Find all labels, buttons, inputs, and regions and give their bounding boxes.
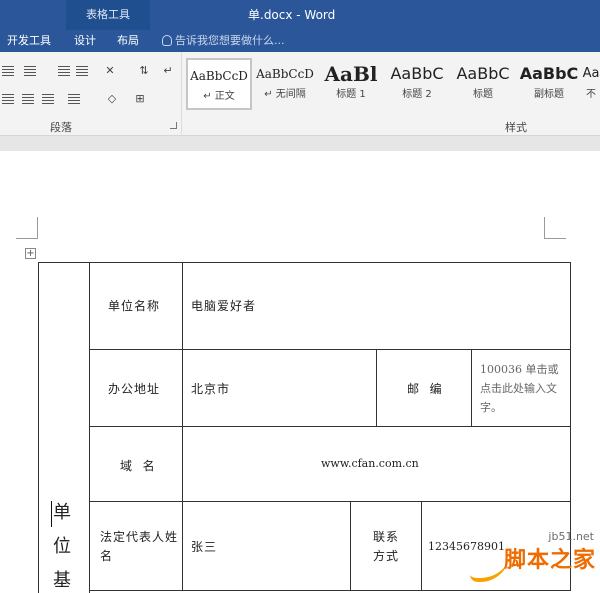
styles-group-label: 样式 [505, 121, 527, 134]
style-sample: Aa [582, 66, 600, 81]
address-value-cell[interactable]: 北京市 [182, 349, 377, 427]
table-move-handle-icon[interactable]: + [25, 248, 36, 259]
margin-corner-top-left [16, 217, 38, 239]
side-label-char: 位 [53, 536, 71, 557]
unit-name-label-cell[interactable]: 单位名称 [89, 262, 183, 350]
line-spacing-icon[interactable] [66, 92, 82, 106]
address-label: 办公地址 [108, 382, 161, 396]
increase-indent-icon[interactable] [74, 64, 90, 78]
style-sample: AaBl [324, 62, 378, 86]
domain-value-cell[interactable]: www.cfan.com.cn [182, 426, 571, 502]
chinese-layout-icon[interactable]: ✕ [102, 64, 118, 78]
side-label-cell[interactable]: 单 位 基 [38, 262, 90, 593]
domain-label-cell[interactable]: 域 名 [89, 426, 183, 502]
tell-me-search[interactable]: 告诉我您想要做什么... [162, 30, 285, 52]
style-more[interactable]: Aa 不 [582, 58, 600, 110]
postcode-value-cell[interactable]: 100036 单击或点击此处输入文字。 [471, 349, 571, 427]
paragraph-group-label: 段落 [50, 121, 72, 134]
word-window: 表格工具 单.docx - Word 开发工具 设计 布局 告诉我您想要做什么.… [0, 0, 600, 593]
style-name: ↵ 正文 [203, 91, 235, 102]
site-watermark-logo: jb51.net 脚本之家 [470, 528, 600, 593]
unit-name-label: 单位名称 [108, 299, 161, 313]
legal-rep-value: 张三 [191, 540, 218, 554]
decrease-indent-icon[interactable] [56, 64, 72, 78]
address-label-cell[interactable]: 办公地址 [89, 349, 183, 427]
unit-name-value-cell[interactable]: 电脑爱好者 [182, 262, 571, 350]
tab-design[interactable]: 设计 [70, 30, 100, 52]
tab-developer[interactable]: 开发工具 [3, 30, 55, 52]
style-name: 标题 [473, 89, 493, 100]
borders-icon[interactable]: ⊞ [132, 92, 148, 106]
multilevel-list-icon[interactable] [22, 64, 38, 78]
style-sample: AaBbC [390, 64, 444, 83]
document-title: 单.docx - Word [248, 8, 336, 22]
paragraph-dialog-launcher-icon[interactable] [170, 122, 177, 129]
style-name: ↵ 无间隔 [264, 89, 306, 100]
style-name: 副标题 [534, 89, 564, 100]
contact-label: 联系方式 [373, 530, 400, 563]
domain-value: www.cfan.com.cn [321, 457, 419, 470]
text-cursor [51, 501, 52, 527]
ribbon-tab-row: 开发工具 设计 布局 告诉我您想要做什么... [0, 30, 600, 52]
postcode-value: 100036 单击或点击此处输入文字。 [480, 363, 559, 414]
contact-label-cell[interactable]: 联系方式 [350, 501, 422, 591]
bullets-icon[interactable] [0, 64, 16, 78]
legal-rep-label: 法定代表人姓 名 [100, 530, 179, 563]
sort-icon[interactable]: ⇅ [136, 64, 152, 78]
justify-icon[interactable] [40, 92, 56, 106]
ribbon: ✕ ⇅ ↵ ◇ ⊞ 段落 AaBbCcD ↵ 正文 AaBbCcD ↵ 无间隔 … [0, 52, 600, 136]
lightbulb-icon [162, 35, 172, 46]
show-marks-icon[interactable]: ↵ [160, 64, 176, 78]
unit-name-value: 电脑爱好者 [191, 299, 257, 313]
style-name: 不 [586, 89, 596, 100]
margin-corner-top-right [544, 217, 566, 239]
style-sample: AaBbC [519, 64, 579, 83]
table-tools-context-label: 表格工具 [66, 0, 150, 30]
domain-label: 域 名 [120, 459, 156, 473]
shading-icon[interactable]: ◇ [104, 92, 120, 106]
style-title[interactable]: AaBbC 标题 [450, 58, 516, 110]
style-sample: AaBbC [456, 64, 510, 83]
style-heading-2[interactable]: AaBbC 标题 2 [384, 58, 450, 110]
style-sample: AaBbCcD [190, 69, 248, 83]
styles-group: AaBbCcD ↵ 正文 AaBbCcD ↵ 无间隔 AaBl 标题 1 AaB… [183, 52, 600, 136]
postcode-label-cell[interactable]: 邮 编 [376, 349, 472, 427]
style-name: 标题 1 [336, 89, 366, 100]
side-label-char: 基 [53, 570, 71, 591]
style-normal[interactable]: AaBbCcD ↵ 正文 [186, 58, 252, 110]
side-label-char: 单 [53, 502, 71, 523]
tab-layout[interactable]: 布局 [113, 30, 143, 52]
tell-me-text: 告诉我您想要做什么... [175, 34, 285, 47]
postcode-label: 邮 编 [407, 382, 443, 396]
style-subtitle[interactable]: AaBbC 副标题 [516, 58, 582, 110]
style-no-spacing[interactable]: AaBbCcD ↵ 无间隔 [252, 58, 318, 110]
title-bar: 表格工具 单.docx - Word [0, 0, 600, 30]
align-center-icon[interactable] [0, 92, 16, 106]
style-heading-1[interactable]: AaBl 标题 1 [318, 58, 384, 110]
style-sample: AaBbCcD [256, 67, 314, 81]
legal-rep-value-cell[interactable]: 张三 [182, 501, 351, 591]
style-name: 标题 2 [402, 89, 432, 100]
address-value: 北京市 [191, 382, 231, 396]
align-right-icon[interactable] [20, 92, 36, 106]
watermark-name: 脚本之家 [503, 548, 596, 573]
paragraph-group: ✕ ⇅ ↵ ◇ ⊞ 段落 [0, 52, 182, 136]
legal-rep-label-cell[interactable]: 法定代表人姓 名 [89, 501, 183, 591]
